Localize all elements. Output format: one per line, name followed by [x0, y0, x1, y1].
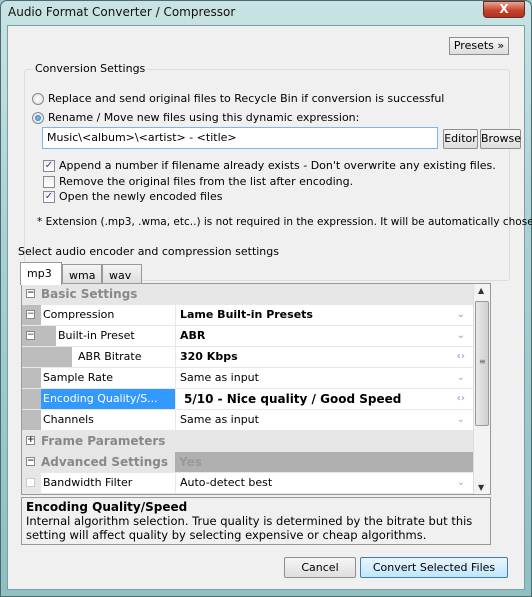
property-row-encoding-quality[interactable]: Encoding Quality/S... 5/10 - Nice qualit… [22, 389, 474, 410]
property-name: Built-in Preset [58, 329, 135, 342]
checkbox-label: Remove the original files from the list … [59, 175, 354, 188]
description-panel: Encoding Quality/Speed Internal algorith… [21, 497, 491, 545]
property-value[interactable]: Same as input ⌄ [175, 368, 473, 388]
category-name: Basic Settings [41, 287, 138, 301]
radio-icon[interactable] [32, 92, 44, 105]
browse-button[interactable]: Browse [480, 129, 521, 149]
tab-mp3[interactable]: mp3 [20, 262, 62, 285]
radio-replace-label: Replace and send original files to Recyc… [48, 92, 445, 105]
property-value[interactable]: 320 Kbps ‹› [175, 347, 473, 367]
property-name: Bandwidth Filter [43, 476, 133, 489]
radio-selected-icon[interactable] [32, 111, 44, 124]
dialog-window: Audio Format Converter / Compressor X Pr… [0, 0, 532, 597]
scroll-down-icon[interactable]: ▼ [478, 483, 484, 492]
description-title: Encoding Quality/Speed [26, 500, 188, 514]
encoder-label: Select audio encoder and compression set… [18, 245, 279, 258]
editor-button[interactable]: Editor [443, 129, 478, 149]
value-text: 5/10 - Nice quality / Good Speed [184, 392, 402, 406]
property-row-abr-bitrate[interactable]: ABR Bitrate 320 Kbps ‹› [22, 347, 474, 368]
value-text: ABR [180, 329, 206, 342]
extension-note: * Extension (.mp3, .wma, etc..) is not r… [37, 216, 532, 228]
radio-rename-label: Rename / Move new files using this dynam… [48, 111, 360, 124]
tab-wma[interactable]: wma [62, 264, 102, 284]
presets-button[interactable]: Presets » [449, 37, 509, 55]
spinner-arrows-icon[interactable]: ‹› [457, 389, 465, 409]
property-name: Channels [43, 413, 94, 426]
cancel-button[interactable]: Cancel [284, 557, 356, 578]
value-text: Lame Built-in Presets [180, 308, 313, 321]
description-text: Internal algorithm selection. True quali… [26, 514, 473, 542]
window-title: Audio Format Converter / Compressor [8, 5, 236, 19]
collapse-icon[interactable]: − [26, 289, 35, 298]
radio-rename[interactable]: Rename / Move new files using this dynam… [32, 111, 359, 124]
dropdown-chevron-icon[interactable]: ⌄ [457, 368, 465, 388]
checkbox-label: Append a number if filename already exis… [59, 159, 496, 172]
row-gutter [22, 389, 41, 409]
expression-input[interactable]: Music\<album>\<artist> - <title> [42, 127, 438, 149]
property-grid: − Basic Settings − Compression Lame Buil… [21, 283, 491, 495]
checkbox-label: Open the newly encoded files [59, 190, 223, 203]
category-name: Frame Parameters [41, 434, 166, 448]
category-value: Yes [175, 452, 473, 472]
row-gutter [22, 410, 41, 430]
collapse-icon[interactable]: − [26, 331, 35, 340]
dropdown-chevron-icon[interactable]: ⌄ [457, 473, 465, 493]
property-name: Compression [43, 308, 115, 321]
property-name: ABR Bitrate [78, 350, 142, 363]
checkbox-icon[interactable] [26, 478, 35, 487]
dropdown-chevron-icon[interactable]: ⌄ [457, 305, 465, 325]
category-frame-parameters[interactable]: + Frame Parameters [22, 431, 474, 452]
radio-replace[interactable]: Replace and send original files to Recyc… [32, 92, 444, 105]
property-row-bandwidth-filter[interactable]: Bandwidth Filter Auto-detect best ⌄ [22, 473, 474, 494]
checkbox-open-encoded[interactable]: ✓ Open the newly encoded files [43, 190, 222, 203]
property-row-compression[interactable]: − Compression Lame Built-in Presets ⌄ [22, 305, 474, 326]
group-label: Conversion Settings [33, 62, 148, 75]
checkbox-checked-icon[interactable]: ✓ [43, 190, 55, 203]
collapse-icon[interactable]: − [26, 457, 35, 466]
dropdown-chevron-icon[interactable]: ⌄ [457, 326, 465, 346]
category-name: Advanced Settings [41, 455, 169, 469]
property-name-selected: Encoding Quality/S... [41, 389, 175, 409]
vertical-scrollbar[interactable]: ▲ ≡ ▼ [473, 284, 490, 494]
checkbox-append-number[interactable]: ✓ Append a number if filename already ex… [43, 159, 496, 172]
row-gutter [22, 368, 41, 388]
category-advanced-settings[interactable]: − Advanced Settings Yes [22, 452, 474, 473]
property-row-channels[interactable]: Channels Same as input ⌄ [22, 410, 474, 431]
value-text: Same as input [180, 413, 259, 426]
dialog-body: Presets » Conversion Settings Replace an… [7, 25, 532, 590]
value-text: Auto-detect best [180, 476, 273, 489]
tab-wav[interactable]: wav [102, 264, 142, 284]
property-value[interactable]: Lame Built-in Presets ⌄ [175, 305, 473, 325]
expand-icon[interactable]: + [26, 436, 35, 445]
property-value[interactable]: ABR ⌄ [175, 326, 473, 346]
dropdown-chevron-icon[interactable]: ⌄ [457, 410, 465, 430]
property-value[interactable]: Same as input ⌄ [175, 410, 473, 430]
property-row-sample-rate[interactable]: Sample Rate Same as input ⌄ [22, 368, 474, 389]
property-value[interactable]: Auto-detect best ⌄ [175, 473, 473, 493]
spinner-arrows-icon[interactable]: ‹› [457, 347, 465, 367]
value-text: Same as input [180, 371, 259, 384]
close-button[interactable]: X [483, 1, 525, 18]
value-text: 320 Kbps [180, 350, 238, 363]
convert-button[interactable]: Convert Selected Files [360, 557, 508, 578]
category-basic-settings[interactable]: − Basic Settings [22, 284, 474, 305]
property-value[interactable]: 5/10 - Nice quality / Good Speed ‹› [175, 389, 473, 409]
collapse-icon[interactable]: − [26, 310, 35, 319]
property-row-builtin-preset[interactable]: − Built-in Preset ABR ⌄ [22, 326, 474, 347]
checkbox-remove-originals[interactable]: Remove the original files from the list … [43, 175, 353, 188]
checkbox-unchecked-icon[interactable] [43, 175, 55, 188]
row-gutter [22, 347, 72, 367]
grip-icon: ≡ [479, 357, 486, 366]
checkbox-checked-icon[interactable]: ✓ [43, 159, 55, 172]
scroll-thumb[interactable]: ≡ [475, 301, 489, 426]
scroll-up-icon[interactable]: ▲ [478, 286, 484, 295]
property-name: Sample Rate [43, 371, 113, 384]
